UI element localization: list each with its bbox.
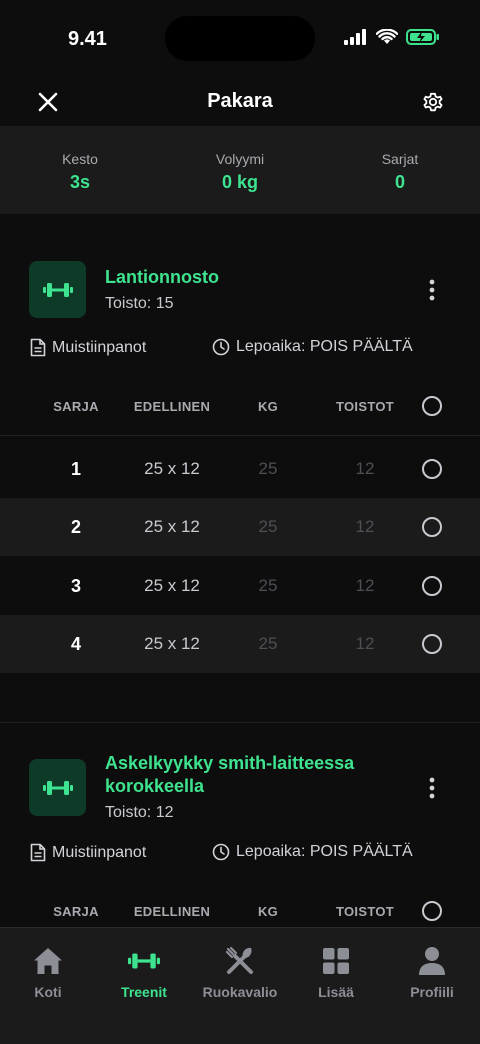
notes-button[interactable]: Muistiinpanot [30,843,146,862]
exercise-more-button[interactable] [420,278,444,302]
tab-label: Ruokavalio [202,984,278,1000]
tab-label: Koti [34,984,62,1000]
dumbbell-icon [128,953,160,969]
tab-home[interactable]: Koti [0,946,96,1000]
exercise-name[interactable]: Lantionnosto [105,266,405,289]
tab-more[interactable]: Lisää [288,946,384,1000]
gear-icon [423,92,443,112]
stat-label: Kesto [62,151,98,167]
notes-label: Muistiinpanot [52,338,147,356]
set-previous[interactable]: 25 x 12 [122,615,222,673]
exercise-reps: Toisto: 15 [105,295,174,312]
tab-workouts[interactable]: Treenit [96,946,192,1000]
home-icon [34,948,62,974]
bottom-tab-bar: Koti Treenit Ruokavalio Lisää Profiili [0,927,480,1044]
more-vertical-icon [429,777,435,799]
check-circle-icon [422,396,442,416]
rest-timer-button[interactable]: Lepoaika: POIS PÄÄLTÄ [212,338,413,356]
exercise-icon-tile[interactable] [29,759,86,816]
complete-all-toggle[interactable] [418,383,446,429]
utensils-icon [225,946,253,974]
exercise-name[interactable]: Askelkyykky smith-laitteessa korokkeella [105,752,405,798]
tab-label: Treenit [121,984,167,1000]
reps-input[interactable]: 12 [325,498,405,556]
exercise-icon-tile[interactable] [29,261,86,318]
grid-icon [323,948,349,974]
set-row: 2 25 x 12 25 12 [0,498,480,556]
sets-table-header: SARJA EDELLINEN KG TOISTOT [0,383,480,429]
set-number[interactable]: 1 [36,440,116,498]
column-reps: TOISTOT [336,398,394,414]
weight-input[interactable]: 25 [228,557,308,615]
set-complete-toggle[interactable] [418,557,446,615]
check-circle-icon [422,634,442,654]
clock-icon [212,843,230,861]
set-number[interactable]: 4 [36,615,116,673]
weight-input[interactable]: 25 [228,440,308,498]
set-number[interactable]: 2 [36,498,116,556]
tab-profile[interactable]: Profiili [384,946,480,1000]
weight-input[interactable]: 25 [228,498,308,556]
set-complete-toggle[interactable] [418,440,446,498]
notes-label: Muistiinpanot [52,843,147,861]
weight-input[interactable]: 25 [228,615,308,673]
set-previous[interactable]: 25 x 12 [122,440,222,498]
column-set: SARJA [53,398,99,414]
notes-button[interactable]: Muistiinpanot [30,338,146,357]
stat-label: Sarjat [381,151,419,167]
set-complete-toggle[interactable] [418,498,446,556]
stat-value: 0 [394,172,405,192]
nav-header: Pakara [0,78,480,126]
reps-input[interactable]: 12 [325,440,405,498]
user-icon [419,947,445,975]
reps-input[interactable]: 12 [325,615,405,673]
dumbbell-icon [42,780,73,795]
battery-charging-icon [406,29,440,50]
check-circle-icon [422,517,442,537]
divider [0,435,480,436]
note-icon [30,843,46,862]
stat-volume: Volyymi 0 kg [160,126,320,214]
page-title: Pakara [207,90,273,112]
set-previous[interactable]: 25 x 12 [122,557,222,615]
set-row: 1 25 x 12 25 12 [0,440,480,498]
dynamic-island [165,16,315,61]
stat-value: 0 kg [221,172,259,192]
column-previous: EDELLINEN [133,398,211,414]
rest-label: Lepoaika: POIS PÄÄLTÄ [236,338,413,355]
rest-label: Lepoaika: POIS PÄÄLTÄ [236,843,413,860]
column-weight: KG [257,398,279,414]
stat-sets: Sarjat 0 [320,126,480,214]
stat-label: Volyymi [215,151,265,167]
workout-stats: Kesto 3s Volyymi 0 kg Sarjat 0 [0,126,480,214]
reps-input[interactable]: 12 [325,557,405,615]
settings-button[interactable] [418,87,448,117]
set-row: 3 25 x 12 25 12 [0,557,480,615]
tab-label: Lisää [318,984,354,1000]
signal-icon [344,29,368,50]
stat-value: 3s [69,172,91,192]
check-circle-icon [422,901,442,921]
note-icon [30,338,46,357]
tab-label: Profiili [410,984,454,1000]
status-time: 9.41 [68,28,107,50]
clock-icon [212,338,230,356]
set-complete-toggle[interactable] [418,615,446,673]
stat-duration: Kesto 3s [0,126,160,214]
status-bar: 9.41 [0,0,480,78]
dumbbell-icon [42,282,73,297]
check-circle-icon [422,576,442,596]
set-number[interactable]: 3 [36,557,116,615]
rest-timer-button[interactable]: Lepoaika: POIS PÄÄLTÄ [212,843,413,861]
tab-diet[interactable]: Ruokavalio [192,946,288,1000]
system-icons [344,28,440,50]
exercise-divider [0,722,480,723]
check-circle-icon [422,459,442,479]
more-vertical-icon [429,279,435,301]
exercise-more-button[interactable] [420,776,444,800]
exercise-reps: Toisto: 12 [105,804,174,821]
wifi-icon [375,28,399,50]
set-previous[interactable]: 25 x 12 [122,498,222,556]
set-row: 4 25 x 12 25 12 [0,615,480,673]
